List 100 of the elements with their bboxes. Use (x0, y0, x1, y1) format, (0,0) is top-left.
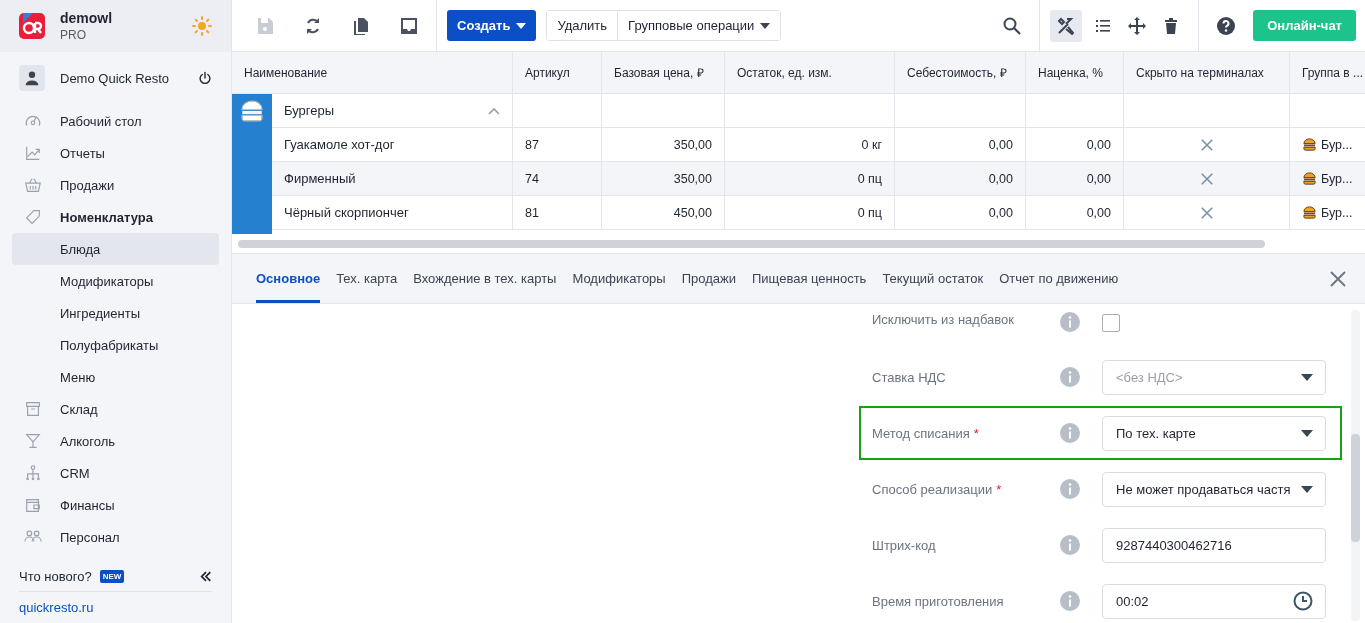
scrollbar-thumb[interactable] (238, 240, 1265, 248)
burger-icon (1302, 137, 1317, 152)
caret-icon (1301, 373, 1313, 381)
tag-icon (24, 208, 42, 226)
create-button[interactable]: Создать (447, 10, 537, 41)
nav-label: Алкоголь (60, 433, 116, 449)
table-row[interactable]: Чёрный скорпиончег 81 450,00 0 пц 0,00 0,00 Бур... (272, 196, 1365, 230)
table-cell: 0 кг (861, 137, 882, 152)
table-cell: 350,00 (673, 137, 712, 152)
table-cell: 81 (525, 205, 539, 220)
checkbox[interactable] (1102, 314, 1120, 332)
tab[interactable]: Продажи (681, 254, 736, 303)
dropdown[interactable]: По тех. карте (1102, 415, 1326, 451)
tab[interactable]: Тех. карта (336, 254, 398, 303)
nav-item[interactable]: Номенклатура (12, 201, 219, 233)
scrollbar-thumb[interactable] (1351, 434, 1360, 542)
tab[interactable]: Отчет по движению (999, 254, 1119, 303)
field-label: Время приготовления (872, 593, 1005, 609)
move-icon[interactable] (1127, 15, 1148, 36)
tab[interactable]: Текущий остаток (882, 254, 984, 303)
column-header[interactable]: Себестоимость, ₽ (894, 52, 1025, 93)
table-row[interactable]: Гуакамоле хот-дог 87 350,00 0 кг 0,00 0,00 Бур... (272, 128, 1365, 162)
collapse-icon[interactable] (200, 570, 212, 582)
nav-subitem[interactable]: Блюда (12, 233, 219, 265)
nav-item[interactable]: Персонал (12, 521, 219, 553)
nav-label: Продажи (60, 177, 115, 193)
burger-icon (1302, 171, 1317, 186)
column-header[interactable]: Базовая цена, ₽ (601, 52, 724, 93)
table-cell: 0 пц (857, 205, 882, 220)
table-row[interactable]: Фирменный 74 350,00 0 пц 0,00 0,00 Бур... (272, 162, 1365, 196)
table-cell: 0,00 (988, 205, 1013, 220)
user-name: Demo Quick Resto (60, 70, 171, 86)
clock-icon[interactable] (1293, 591, 1313, 611)
table-cell: 0,00 (988, 171, 1013, 186)
table-cell: 87 (525, 137, 539, 152)
input-field[interactable]: 9287440300462716 (1102, 527, 1326, 563)
table-cell: 0,00 (1086, 171, 1111, 186)
table-cell: Бур... (1321, 171, 1353, 186)
nav-item[interactable]: Рабочий стол (12, 105, 219, 137)
nav-label: Финансы (60, 497, 115, 513)
nav-item[interactable]: Алкоголь (12, 425, 219, 457)
group-name: Бургеры (284, 103, 335, 118)
table-cell: Бур... (1321, 205, 1353, 220)
nav-subitem[interactable]: Модификаторы (12, 265, 219, 297)
field-label: Ставка НДС (872, 369, 947, 385)
close-icon[interactable] (1330, 270, 1346, 287)
column-header[interactable]: Артикул (512, 52, 601, 93)
chart-icon (24, 144, 42, 162)
table-cell: 450,00 (673, 205, 712, 220)
field-label: Исключить из надбавок (872, 312, 1015, 327)
nav-subitem[interactable]: Меню (12, 361, 219, 393)
table-cell: Бур... (1321, 137, 1353, 152)
tab[interactable]: Вхождение в тех. карты (413, 254, 557, 303)
nav-label: Отчеты (60, 145, 105, 161)
group-operations-button[interactable]: Групповые операции (617, 11, 781, 40)
tools-icon (1056, 15, 1077, 36)
basket-icon (24, 176, 42, 194)
caret-icon (760, 22, 771, 29)
nav-label: CRM (60, 465, 90, 481)
inbox-icon[interactable] (399, 15, 419, 36)
power-icon[interactable] (198, 71, 212, 85)
field-label: Штрих-код (872, 537, 937, 553)
site-link[interactable]: quickresto.ru (19, 600, 94, 615)
new-badge: NEW (99, 569, 125, 583)
account-name: demowl (60, 10, 114, 26)
search-icon[interactable] (1002, 15, 1023, 36)
tools-button[interactable] (1050, 9, 1083, 42)
chevron-icon[interactable] (488, 106, 500, 115)
hierarchy-icon (24, 464, 42, 482)
help-icon[interactable] (1216, 15, 1237, 36)
table-cell: 0,00 (1086, 137, 1111, 152)
nav-subitem[interactable]: Ингредиенты (12, 297, 219, 329)
nav-label: Склад (60, 401, 98, 417)
nav-item[interactable]: Продажи (12, 169, 219, 201)
column-header[interactable]: Наименование (232, 52, 512, 93)
table-cell: 0,00 (1086, 205, 1111, 220)
nav-label: Персонал (60, 529, 120, 545)
whats-new-link[interactable]: Что нового? (19, 568, 92, 584)
nav-item[interactable]: Финансы (12, 489, 219, 521)
tab[interactable]: Основное (256, 254, 321, 303)
table-cell: 74 (525, 171, 539, 186)
field-label: Способ реализации * (872, 481, 1003, 497)
column-header[interactable]: Остаток, ед. изм. (724, 52, 894, 93)
time-field[interactable]: 00:02 (1102, 583, 1326, 619)
nav-item[interactable]: Склад (12, 393, 219, 425)
tab[interactable]: Пищевая ценность (752, 254, 867, 303)
wallet-icon (24, 496, 42, 514)
table-cell: Гуакамоле хот-дог (284, 137, 395, 152)
column-header[interactable]: Наценка, % (1025, 52, 1123, 93)
nav-subitem[interactable]: Полуфабрикаты (12, 329, 219, 361)
nav-item[interactable]: Отчеты (12, 137, 219, 169)
dropdown[interactable]: Не может продаваться частя (1102, 471, 1326, 507)
burger-icon (239, 98, 265, 124)
column-header[interactable]: Группа в ... (1289, 52, 1365, 93)
column-header[interactable]: Скрыто на терминалах (1123, 52, 1289, 93)
app-logo (19, 13, 45, 39)
copy-icon[interactable] (351, 15, 371, 36)
nav-item[interactable]: CRM (12, 457, 219, 489)
tab[interactable]: Модификаторы (572, 254, 666, 303)
table-cell: Фирменный (284, 171, 356, 186)
